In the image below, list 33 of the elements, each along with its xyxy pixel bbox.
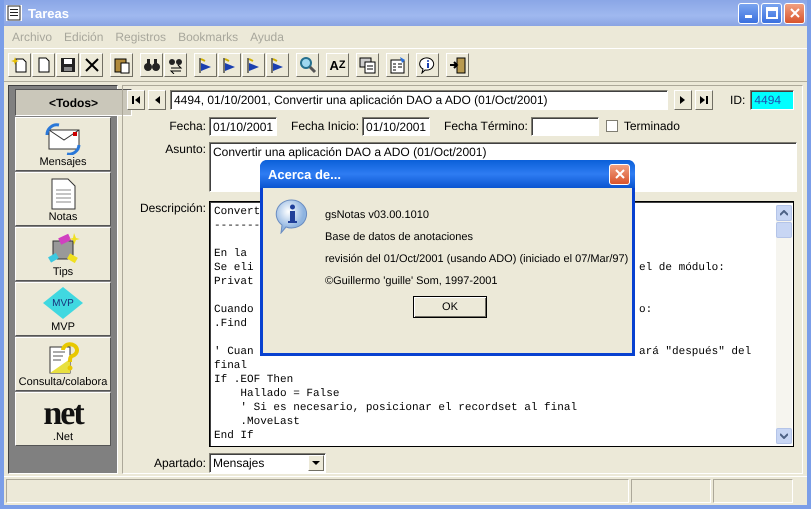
code-text: Cuando [214, 303, 254, 317]
code-text: End If [214, 430, 254, 442]
code-text: En la [214, 248, 248, 260]
code-text: .MoveLast [239, 416, 300, 428]
date-label: Fecha Inicio: [291, 119, 360, 134]
date-label: Fecha: [168, 119, 207, 134]
about-text: ©Guillermo 'guille' Som, 1997-2001 [325, 274, 499, 288]
code-text: ' Cuan [214, 345, 254, 359]
code-text: ------- [214, 220, 260, 232]
code-text: Convert [214, 206, 260, 218]
code-text: Privat [214, 276, 254, 288]
diamond-badge: MVP [43, 287, 83, 319]
code-text: o: [639, 303, 652, 317]
code-text: final [214, 360, 248, 372]
code-text: ' Si es necesario, posicionar el recordset al final [239, 402, 578, 414]
code-text: ará "después" del [639, 345, 752, 359]
checkbox-label: Terminado [624, 119, 680, 134]
window-title: Tareas [28, 6, 69, 20]
date-label: Fecha Término: [444, 119, 529, 134]
about-text: gsNotas v03.00.1010 [325, 208, 430, 222]
about-text: Base de datos de anotaciones [325, 230, 474, 244]
description-label: Descripción: [138, 201, 207, 215]
id-label: ID: [730, 93, 746, 108]
dialog-title: Acerca de... [268, 166, 341, 182]
section-label: Apartado: [152, 456, 207, 470]
subject-label: Asunto: [164, 142, 207, 156]
code-text: Se eli [214, 261, 254, 275]
code-text: .Find [214, 318, 248, 330]
code-text: el de módulo: [639, 261, 725, 275]
about-text: revisión del 01/Oct/2001 (usando ADO) (iniciado el 07/Mar/97) [325, 252, 628, 266]
net-logo: net [43, 398, 83, 430]
code-text: Hallado = False [239, 388, 340, 400]
code-text: If .EOF Then [214, 374, 294, 386]
